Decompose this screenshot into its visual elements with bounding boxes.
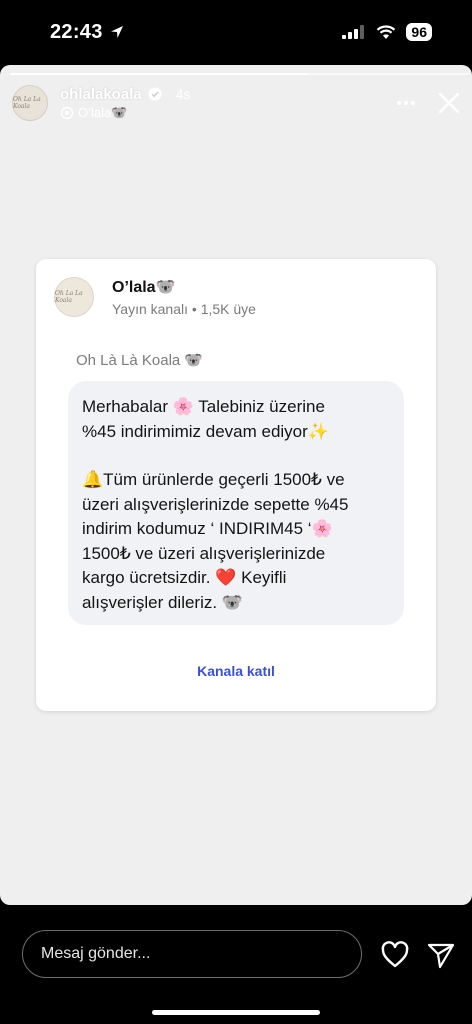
story-progress-bar bbox=[10, 73, 470, 75]
card-header: Oh La La Koala O’lala🐨 Yayın kanalı • 1,… bbox=[54, 277, 256, 317]
shared-channel-card[interactable]: Oh La La Koala O’lala🐨 Yayın kanalı • 1,… bbox=[36, 259, 436, 711]
story-progress-fill bbox=[10, 73, 309, 75]
status-bar: 22:43 96 bbox=[0, 0, 472, 64]
story-view[interactable]: Oh La La Koala ohlalakoala 4s O’lala🐨 Oh… bbox=[0, 65, 472, 905]
story-author: ohlalakoala 4s O’lala🐨 bbox=[60, 86, 191, 121]
avatar-logo-text: Oh La La Koala bbox=[13, 96, 41, 110]
channel-avatar-logo-text: Oh La La Koala bbox=[55, 290, 83, 304]
battery-level: 96 bbox=[406, 23, 432, 41]
close-icon[interactable] bbox=[438, 92, 460, 114]
send-icon[interactable] bbox=[426, 940, 456, 970]
username[interactable]: ohlalakoala bbox=[60, 86, 142, 103]
story-actions bbox=[396, 92, 460, 114]
story-timestamp: 4s bbox=[175, 86, 191, 102]
channel-avatar: Oh La La Koala bbox=[54, 277, 94, 317]
message-bubble: Merhabalar 🌸 Talebiniz üzerine %45 indir… bbox=[68, 381, 404, 625]
avatar[interactable]: Oh La La Koala bbox=[12, 85, 48, 121]
wifi-icon bbox=[377, 24, 396, 39]
story-header: Oh La La Koala ohlalakoala 4s O’lala🐨 bbox=[12, 83, 460, 123]
message-paragraph-1: Merhabalar 🌸 Talebiniz üzerine %45 indir… bbox=[82, 397, 329, 441]
channel-label[interactable]: O’lala🐨 bbox=[78, 105, 127, 121]
verified-badge-icon bbox=[148, 87, 162, 101]
message-paragraph-2: 🔔Tüm ürünlerde geçerli 1500₺ ve üzeri al… bbox=[82, 470, 349, 612]
status-time: 22:43 bbox=[50, 21, 125, 44]
message-sender: Oh Là Là Koala 🐨 bbox=[76, 352, 204, 369]
message-input[interactable]: Mesaj gönder... bbox=[22, 930, 362, 978]
heart-icon[interactable] bbox=[380, 940, 410, 970]
message-input-placeholder: Mesaj gönder... bbox=[41, 945, 151, 962]
location-arrow-icon bbox=[110, 26, 123, 38]
clock: 22:43 bbox=[50, 20, 103, 43]
more-options-icon[interactable] bbox=[396, 100, 416, 106]
join-channel-button[interactable]: Kanala katıl bbox=[36, 663, 436, 679]
channel-icon bbox=[60, 106, 74, 119]
home-indicator[interactable] bbox=[152, 1010, 320, 1015]
channel-meta: Yayın kanalı • 1,5K üye bbox=[112, 301, 256, 317]
cellular-signal-icon bbox=[342, 25, 365, 39]
channel-name: O’lala🐨 bbox=[112, 279, 176, 296]
status-indicators: 96 bbox=[342, 23, 432, 41]
